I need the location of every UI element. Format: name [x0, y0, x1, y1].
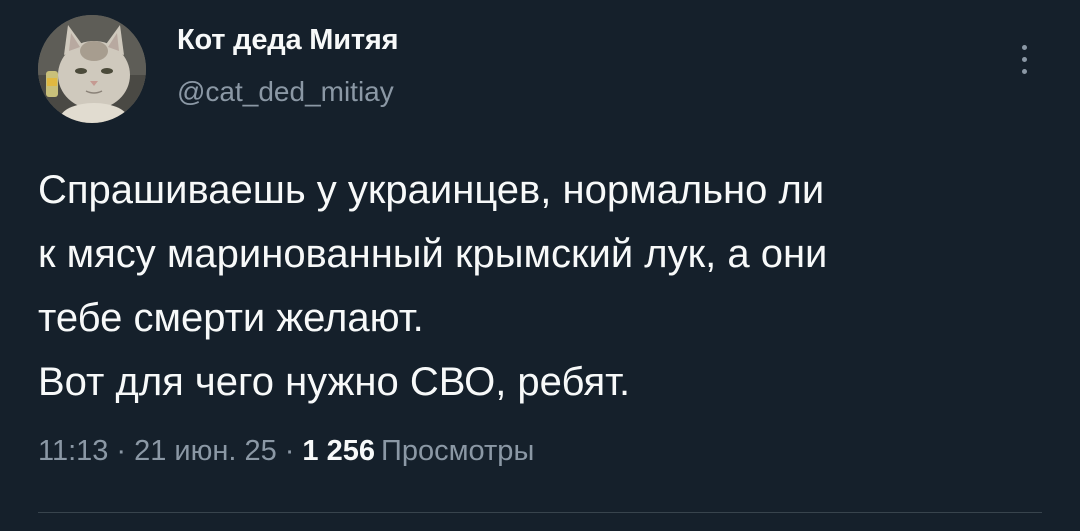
tweet-text-line: тебе смерти желают.: [38, 296, 424, 340]
tweet-text-line: Спрашиваешь у украинцев, нормально ли: [38, 168, 825, 212]
avatar[interactable]: [38, 15, 146, 123]
divider: [38, 512, 1042, 513]
views-label: Просмотры: [381, 435, 535, 467]
tweet-text-line: к мясу маринованный крымский лук, а они: [38, 232, 828, 276]
cat-photo-icon: [38, 15, 146, 123]
author-display-name[interactable]: Кот деда Митяя: [177, 24, 399, 57]
views-count: 1 256: [302, 435, 375, 467]
tweet-meta: 11:13 · 21 июн. 25 · 1 256 Просмотры: [38, 435, 534, 468]
separator: ·: [284, 435, 295, 467]
tweet-date[interactable]: 21 июн. 25: [134, 435, 277, 467]
more-dot: [1022, 45, 1027, 50]
tweet-text-line: Вот для чего нужно СВО, ребят.: [38, 360, 631, 404]
tweet-time[interactable]: 11:13: [38, 435, 108, 467]
author-handle[interactable]: @cat_ded_mitiay: [177, 76, 394, 108]
tweet-text: Спрашиваешь у украинцев, нормально ли к …: [38, 158, 1058, 414]
separator: ·: [116, 435, 127, 467]
more-dot: [1022, 57, 1027, 62]
tweet: Кот деда Митяя @cat_ded_mitiay Спрашивае…: [0, 0, 1080, 531]
more-icon[interactable]: [1005, 38, 1045, 82]
more-dot: [1022, 69, 1027, 74]
